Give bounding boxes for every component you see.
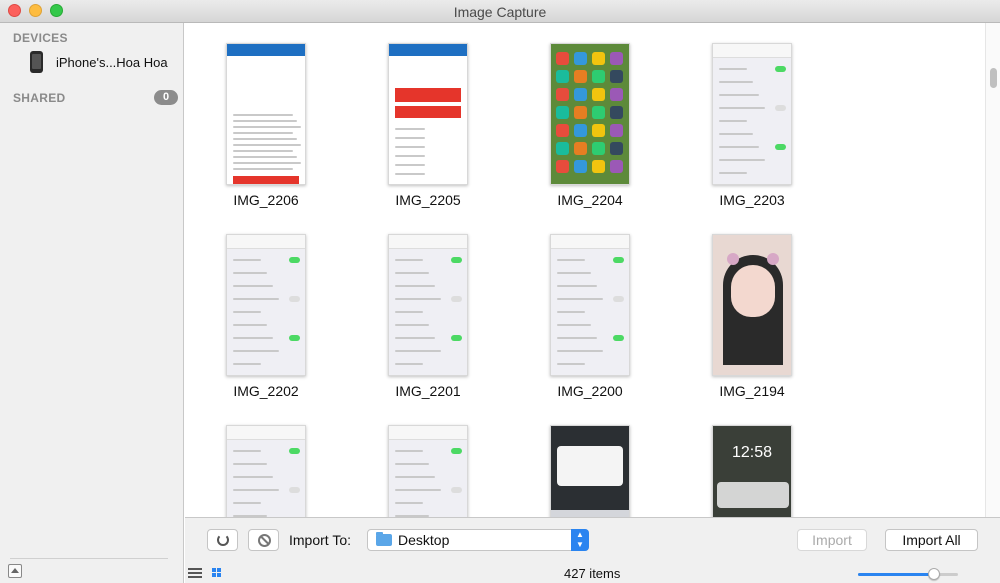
photo-thumbnail[interactable] [712, 234, 792, 376]
sidebar-toggle-icon[interactable] [8, 564, 22, 578]
items-count: 427 items [564, 566, 621, 581]
photo-thumbnail[interactable] [388, 43, 468, 185]
destination-value: Desktop [398, 532, 450, 548]
sidebar-item-iphone[interactable]: iPhone's...Hoa Hoa [0, 49, 184, 77]
photo-thumbnail[interactable] [550, 425, 630, 517]
photo-item[interactable]: 12:58 [671, 425, 833, 517]
photo-grid: IMG_2206 IMG_2205 IMG_2204 IMG_2203 IMG_2202… [185, 23, 985, 517]
photo-filename: IMG_2204 [557, 192, 623, 208]
photo-filename: IMG_2203 [719, 192, 785, 208]
photo-filename: IMG_2202 [233, 383, 299, 399]
import-button[interactable]: Import [797, 529, 867, 551]
title-bar: Image Capture [0, 0, 1000, 23]
photo-thumbnail[interactable] [388, 425, 468, 517]
photo-item[interactable] [185, 425, 347, 517]
select-stepper-icon[interactable]: ▲ ▼ [571, 529, 589, 551]
slider-fill [858, 573, 934, 576]
rotate-left-button[interactable] [207, 529, 238, 551]
photo-thumbnail[interactable] [226, 425, 306, 517]
list-view-icon[interactable] [188, 568, 202, 578]
photo-filename: IMG_2200 [557, 383, 623, 399]
destination-select[interactable]: Desktop ▲ ▼ [367, 529, 589, 551]
window-title: Image Capture [453, 4, 547, 20]
photo-item[interactable]: IMG_2201 [347, 234, 509, 414]
sidebar-divider [10, 558, 168, 559]
photo-thumbnail[interactable] [226, 234, 306, 376]
photo-item[interactable]: IMG_2202 [185, 234, 347, 414]
photo-thumbnail[interactable] [712, 43, 792, 185]
photo-item[interactable]: IMG_2203 [671, 43, 833, 223]
photo-item[interactable]: IMG_2205 [347, 43, 509, 223]
footer-toolbar: Import To: Desktop ▲ ▼ Import Import All … [185, 517, 1000, 583]
photo-item[interactable]: IMG_2204 [509, 43, 671, 223]
photo-item[interactable] [509, 425, 671, 517]
vertical-scrollbar[interactable] [985, 23, 1000, 517]
rotate-icon [217, 534, 229, 546]
photo-item[interactable]: IMG_2206 [185, 43, 347, 223]
photo-thumbnail[interactable] [550, 43, 630, 185]
photo-filename: IMG_2206 [233, 192, 299, 208]
grid-view-icon[interactable] [212, 568, 222, 578]
import-to-label: Import To: [289, 532, 351, 548]
photo-item[interactable]: IMG_2200 [509, 234, 671, 414]
image-capture-window: Image Capture DEVICES iPhone's...Hoa Hoa… [0, 0, 1000, 583]
import-all-button[interactable]: Import All [885, 529, 978, 551]
devices-header: DEVICES [13, 31, 68, 45]
shared-count-badge: 0 [154, 90, 178, 105]
photo-filename: IMG_2194 [719, 383, 785, 399]
sidebar: DEVICES iPhone's...Hoa Hoa SHARED 0 [0, 23, 184, 583]
photo-filename: IMG_2201 [395, 383, 461, 399]
photo-item[interactable]: IMG_2194 [671, 234, 833, 414]
photo-thumbnail[interactable] [550, 234, 630, 376]
device-name: iPhone's...Hoa Hoa [56, 55, 168, 70]
photo-thumbnail[interactable]: 12:58 [712, 425, 792, 517]
photo-filename: IMG_2205 [395, 192, 461, 208]
folder-icon [376, 532, 392, 546]
photo-item[interactable] [347, 425, 509, 517]
thumbnail-size-slider[interactable] [858, 568, 958, 580]
photo-thumbnail[interactable] [388, 234, 468, 376]
no-entry-icon [258, 534, 271, 547]
shared-header: SHARED [13, 91, 66, 105]
delete-button[interactable] [248, 529, 279, 551]
slider-knob[interactable] [928, 568, 940, 580]
photo-thumbnail[interactable] [226, 43, 306, 185]
iphone-icon [30, 51, 43, 73]
scroll-thumb[interactable] [990, 68, 997, 88]
